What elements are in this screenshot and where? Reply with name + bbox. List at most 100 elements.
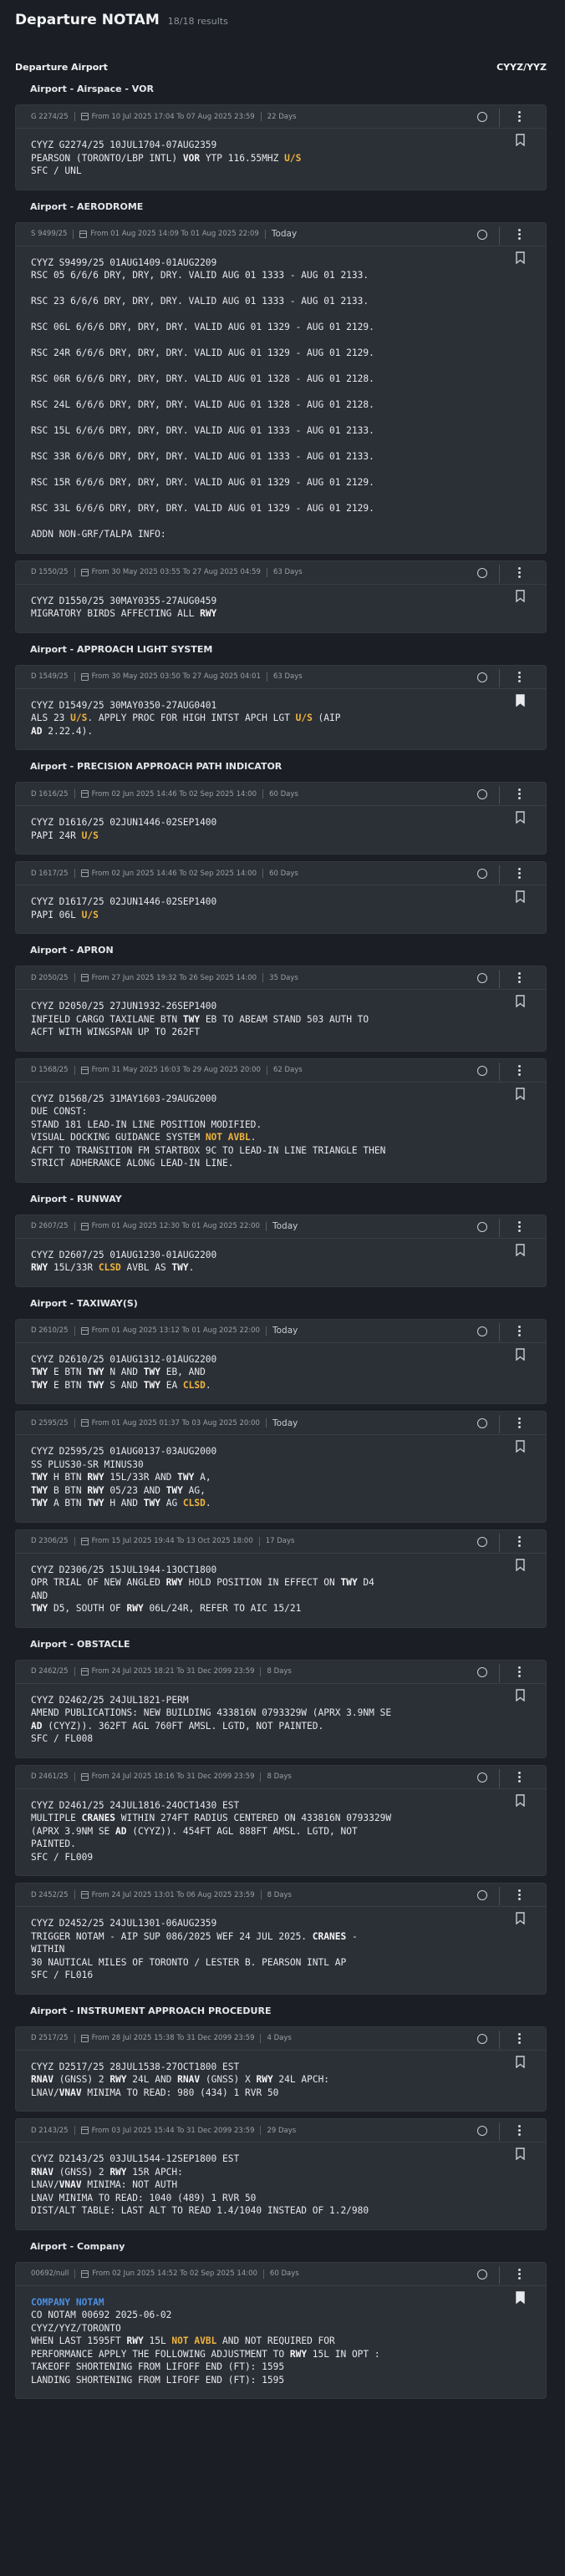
text-segment: PAPI 24R [31,829,82,841]
text-segment: STRICT ADHERANCE ALONG LEAD-IN LINE. [31,1158,234,1169]
more-menu-icon[interactable] [518,566,522,579]
days-badge: 60 Days [269,789,298,799]
card-controls [471,1884,546,1934]
read-toggle-icon[interactable] [477,229,487,240]
bookmark-icon[interactable] [516,1912,525,1924]
divider [499,865,500,884]
more-menu-icon[interactable] [518,671,522,683]
notam-meta: D 2452/25 From 24 Jul 2025 13:01 To 06 Au… [16,1884,546,1907]
notam-line [31,515,471,529]
text-segment: TRIGGER NOTAM - AIP SUP 086/2025 WEF 24 … [31,1930,313,1942]
text-segment: AND NOT REQUIRED FOR [216,2335,335,2346]
text-segment: HOLD POSITION IN EFFECT ON [182,1577,341,1588]
text-segment: TAKEOFF SHORTENING FROM LIFOFF END (FT):… [31,2361,285,2372]
bookmark-icon[interactable] [516,589,525,602]
text-segment: CYYZ D2306/25 15JUL1944-13OCT1800 [31,1564,217,1575]
more-menu-icon[interactable] [518,1220,522,1233]
text-segment: SFC / FL016 [31,1970,94,1980]
notam-line: ALS 23 U/S. APPLY PROC FOR HIGH INTST AP… [31,712,471,725]
bookmark-icon[interactable] [516,1347,525,1361]
text-segment: CYYZ D2462/25 24JUL1821-PERM [31,1694,189,1706]
text-segment: (CYYZ)). 362FT AGL 760FT AMSL. LGTD, NOT… [42,1720,324,1732]
text-segment: SFC / UNL [31,165,82,176]
bookmark-icon[interactable] [516,1440,525,1453]
more-menu-icon[interactable] [518,1889,522,1901]
validity-range: From 28 Jul 2025 15:38 To 31 Dec 2099 23… [91,2034,255,2042]
read-toggle-icon[interactable] [477,1418,487,1428]
notam-id: D 2306/25 [31,1537,69,1545]
more-menu-icon[interactable] [518,228,522,241]
bookmark-icon[interactable] [516,693,525,707]
page-title: Departure NOTAM [15,12,160,28]
read-toggle-icon[interactable] [477,1536,487,1547]
divider [499,564,500,583]
bookmark-icon[interactable] [516,1087,525,1100]
read-toggle-icon[interactable] [477,1666,487,1677]
more-menu-icon[interactable] [518,1771,522,1783]
notam-line: RNAV (GNSS) 2 RWY 24L AND RNAV (GNSS) X … [31,2073,471,2087]
bookmark-icon[interactable] [516,890,525,903]
more-menu-icon[interactable] [518,1417,522,1429]
days-badge: Today [272,1326,298,1336]
notam-line: VISUAL DOCKING GUIDANCE SYSTEM NOT AVBL. [31,1131,471,1144]
bookmark-icon[interactable] [516,811,525,824]
divider [264,229,266,239]
text-segment: VNAV [59,2087,82,2098]
more-menu-icon[interactable] [518,2268,522,2280]
more-menu-icon[interactable] [518,111,522,123]
bookmark-icon[interactable] [516,134,525,146]
read-toggle-icon[interactable] [477,1065,487,1076]
notam-text: CYYZ D2462/25 24JUL1821-PERM AMEND PUBLIC… [16,1684,546,1757]
airport-code: CYYZ/YYZ [496,62,547,73]
bookmark-icon[interactable] [516,2148,525,2160]
days-badge: Today [272,1221,298,1231]
read-toggle-icon[interactable] [477,869,487,879]
read-toggle-icon[interactable] [477,567,487,578]
read-toggle-icon[interactable] [477,2033,487,2044]
text-segment: TWY [31,1484,48,1496]
calendar-icon [80,568,89,576]
text-segment: AG [160,1498,183,1509]
text-segment: CYYZ D2610/25 01AUG1312-01AUG2200 [31,1353,217,1365]
read-toggle-icon[interactable] [477,789,487,799]
bookmark-icon[interactable] [516,251,525,264]
bookmark-icon[interactable] [516,1558,525,1571]
notam-id: D 1617/25 [31,869,69,878]
more-menu-icon[interactable] [518,868,522,880]
bookmark-icon[interactable] [516,1793,525,1807]
bookmark-icon[interactable] [516,1688,525,1701]
more-menu-icon[interactable] [518,1064,522,1077]
text-segment: N AND [104,1367,144,1377]
text-segment: MINIMA TO READ: 980 (434) 1 RVR 50 [81,2087,279,2098]
read-toggle-icon[interactable] [477,2269,487,2279]
read-toggle-icon[interactable] [477,1326,487,1336]
read-toggle-icon[interactable] [477,672,487,682]
divider [74,1890,75,1899]
more-menu-icon[interactable] [518,972,522,984]
more-menu-icon[interactable] [518,2125,522,2137]
more-menu-icon[interactable] [518,1325,522,1337]
read-toggle-icon[interactable] [477,973,487,983]
bookmark-icon[interactable] [516,1243,525,1256]
more-menu-icon[interactable] [518,1535,522,1548]
bookmark-icon[interactable] [516,2055,525,2068]
read-toggle-icon[interactable] [477,1890,487,1900]
more-menu-icon[interactable] [518,1666,522,1678]
card-controls [471,1215,546,1265]
more-menu-icon[interactable] [518,789,522,800]
notam-line [31,412,471,425]
bookmark-icon[interactable] [516,995,525,1007]
read-toggle-icon[interactable] [477,2126,487,2136]
notam-line: LANDING SHORTENING FROM LIFOFF END (FT):… [31,2374,471,2387]
notam-text: CYYZ D2461/25 24JUL1816-24OCT1430 EST MUL… [16,1789,546,1876]
section-heading: Airport - Company [30,2240,125,2252]
read-toggle-icon[interactable] [477,1221,487,1232]
validity-range: From 24 Jul 2025 18:21 To 31 Dec 2099 23… [91,1667,255,1676]
notam-text: CYYZ D2050/25 27JUN1932-26SEP1400 INFIELD… [16,990,546,1051]
bookmark-icon[interactable] [516,2290,525,2304]
read-toggle-icon[interactable] [477,112,487,122]
read-toggle-icon[interactable] [477,1772,487,1782]
divider [74,973,75,982]
text-segment: H AND [104,1498,144,1509]
more-menu-icon[interactable] [518,2032,522,2045]
